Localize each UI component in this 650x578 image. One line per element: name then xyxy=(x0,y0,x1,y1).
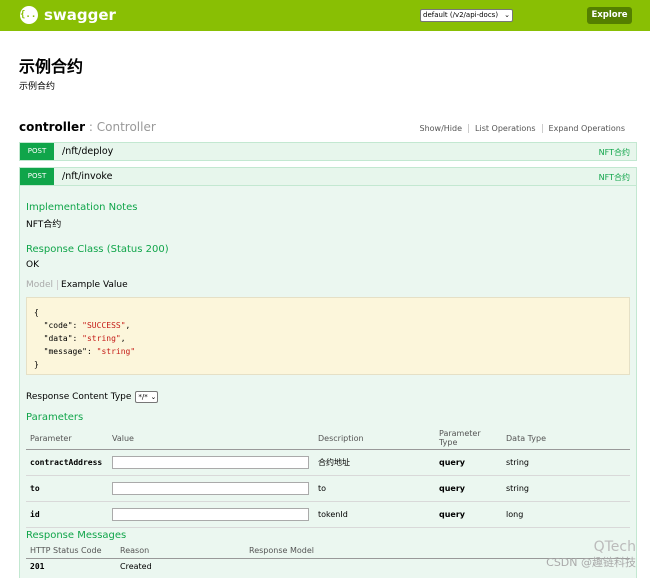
chevron-down-icon: ⌄ xyxy=(504,11,510,19)
param-type: query xyxy=(435,501,502,528)
operation-path[interactable]: /nft/invoke xyxy=(62,171,112,182)
expand-operations-link[interactable]: Expand Operations xyxy=(541,124,631,133)
spec-select-value: default (/v2/api-docs) xyxy=(423,11,499,19)
sample-line: } xyxy=(34,360,39,369)
table-row: contractAddress 合约地址 query string xyxy=(26,449,630,476)
operation-invoke[interactable]: POST /nft/invoke NFT合约 xyxy=(19,167,637,186)
parameters-table: Parameter Value Description Parameter Ty… xyxy=(26,427,630,528)
spec-select[interactable]: default (/v2/api-docs) ⌄ xyxy=(420,9,513,22)
param-data-type: string xyxy=(502,475,630,502)
param-description: tokenId xyxy=(314,501,435,528)
show-hide-link[interactable]: Show/Hide xyxy=(414,124,469,133)
param-data-type: long xyxy=(502,501,630,528)
controller-actions: Show/Hide List Operations Expand Operati… xyxy=(414,124,632,133)
operation-summary[interactable]: NFT合约 xyxy=(599,147,630,158)
param-value-cell xyxy=(108,475,314,502)
param-value-input[interactable] xyxy=(112,508,309,521)
table-header-row: Parameter Value Description Parameter Ty… xyxy=(26,427,630,450)
response-messages-table: HTTP Status Code Reason Response Model 2… xyxy=(26,544,630,574)
example-value-box[interactable]: { "code": "SUCCESS", "data": "string", "… xyxy=(26,297,630,375)
list-operations-link[interactable]: List Operations xyxy=(468,124,542,133)
parameters-title: Parameters xyxy=(26,412,84,423)
sample-line: "code": "SUCCESS", xyxy=(34,321,131,330)
page-title: 示例合约 xyxy=(19,57,84,76)
param-value-input[interactable] xyxy=(112,482,309,495)
explore-button[interactable]: Explore xyxy=(587,7,632,24)
sample-line: "data": "string", xyxy=(34,334,126,343)
param-description: 合约地址 xyxy=(314,449,435,476)
model-tabs: Model Example Value xyxy=(26,280,128,290)
page-description: 示例合约 xyxy=(19,82,56,92)
watermark-brand: QTech xyxy=(593,539,636,555)
sample-line: { xyxy=(34,308,39,317)
param-value-cell xyxy=(108,501,314,528)
swagger-logo[interactable]: {...} swagger xyxy=(20,6,116,24)
tab-example-value[interactable]: Example Value xyxy=(58,280,128,290)
method-badge: POST xyxy=(20,143,54,160)
param-type: query xyxy=(435,449,502,476)
response-content-type-select[interactable]: */* ⌄ xyxy=(135,391,159,403)
param-name: contractAddress xyxy=(26,449,108,476)
table-row: id tokenId query long xyxy=(26,501,630,528)
column-header: Description xyxy=(314,427,435,450)
column-header: Value xyxy=(108,427,314,450)
param-description: to xyxy=(314,475,435,502)
controller-description: Controller xyxy=(96,120,156,134)
sample-line: "message": "string" xyxy=(34,347,136,356)
operation-path[interactable]: /nft/deploy xyxy=(62,146,113,157)
tab-model[interactable]: Model xyxy=(26,280,59,290)
param-name: to xyxy=(26,475,108,502)
response-class-title: Response Class (Status 200) xyxy=(26,244,169,255)
chevron-down-icon: ⌄ xyxy=(150,393,157,401)
status-reason: Created xyxy=(120,561,152,571)
param-value-input[interactable] xyxy=(112,456,309,469)
controller-separator: : xyxy=(85,120,97,134)
swagger-icon: {...} xyxy=(20,6,47,24)
table-row: 201 Created xyxy=(26,558,630,574)
brand-name: swagger xyxy=(44,6,116,24)
param-type: query xyxy=(435,475,502,502)
watermark: QTech CSDN @趣链科技 xyxy=(546,540,636,570)
column-header: Parameter Type xyxy=(435,427,502,450)
column-header: Parameter xyxy=(26,427,108,450)
param-value-cell xyxy=(108,449,314,476)
param-name: id xyxy=(26,501,108,528)
response-messages-title: Response Messages xyxy=(26,530,127,541)
controller-name: controller xyxy=(19,120,86,134)
column-header: Data Type xyxy=(502,427,630,450)
implementation-notes: NFT合约 xyxy=(26,220,62,230)
operation-summary[interactable]: NFT合约 xyxy=(599,172,630,183)
controller-heading[interactable]: controller : Controller xyxy=(19,120,156,134)
watermark-credit: CSDN @趣链科技 xyxy=(546,556,636,569)
column-header: HTTP Status Code xyxy=(26,544,116,559)
method-badge: POST xyxy=(20,168,54,185)
param-data-type: string xyxy=(502,449,630,476)
table-row: to to query string xyxy=(26,475,630,502)
operation-deploy[interactable]: POST /nft/deploy NFT合约 xyxy=(19,142,637,161)
implementation-notes-title: Implementation Notes xyxy=(26,202,138,213)
column-header: Reason xyxy=(116,544,245,559)
response-class-value: OK xyxy=(26,260,39,270)
response-content-type-label: Response Content Type xyxy=(26,392,132,402)
top-bar: {...} swagger default (/v2/api-docs) ⌄ E… xyxy=(0,0,650,31)
response-content-type: Response Content Type */* ⌄ xyxy=(26,391,159,403)
status-code: 201 xyxy=(30,561,45,571)
table-header-row: HTTP Status Code Reason Response Model xyxy=(26,544,630,559)
